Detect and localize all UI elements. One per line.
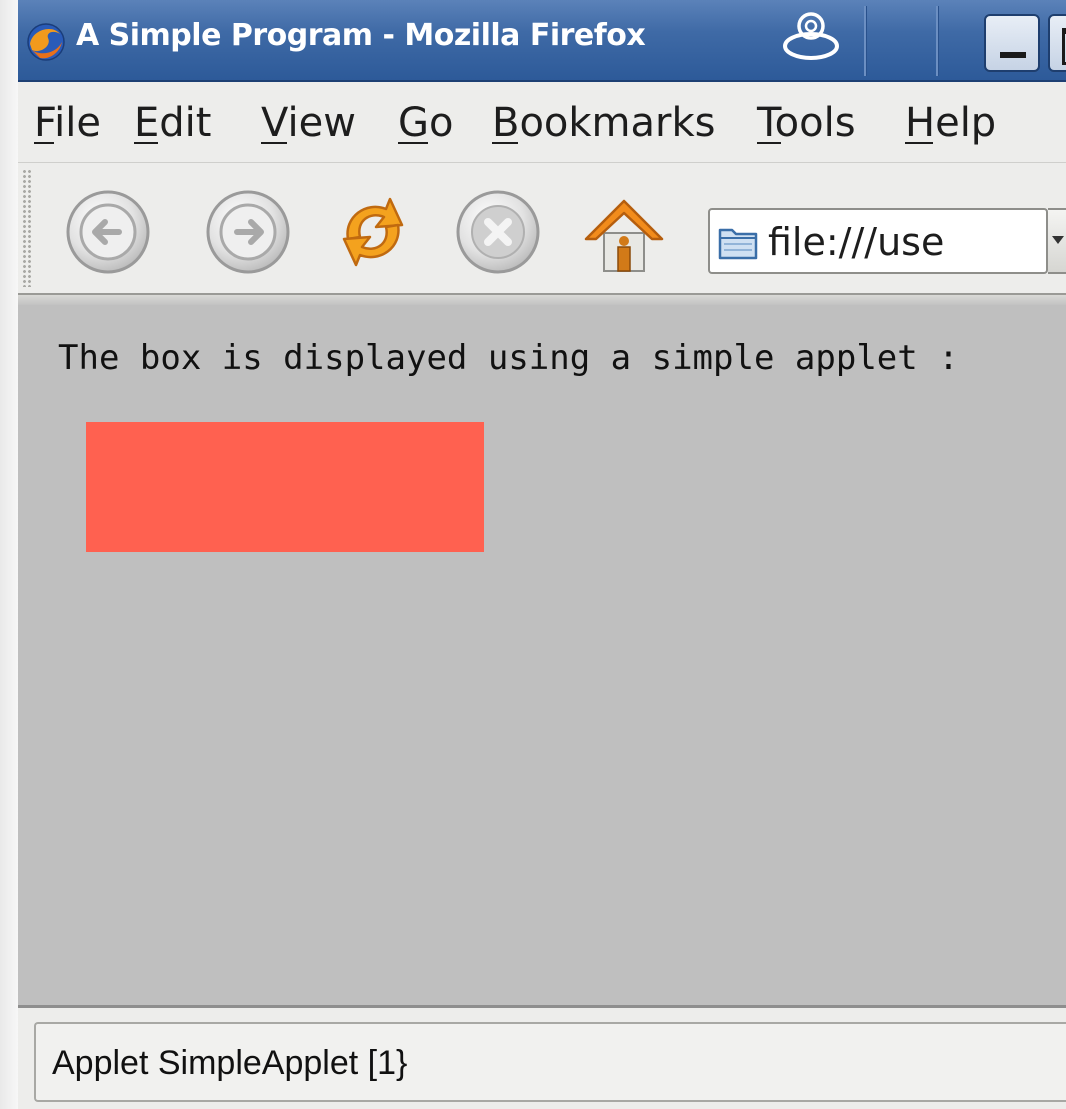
url-history-dropdown[interactable] — [1048, 208, 1066, 274]
menu-tools[interactable]: Tools — [757, 100, 856, 146]
menu-bar: File Edit View Go Bookmarks Tools Help — [18, 82, 1066, 163]
forward-icon[interactable] — [203, 187, 293, 277]
menu-label: Bookmarks — [492, 100, 716, 146]
navigation-toolbar: file:///use — [18, 163, 1066, 293]
folder-icon — [718, 228, 758, 260]
page-content: The box is displayed using a simple appl… — [18, 305, 1066, 1008]
content-separator — [18, 293, 1066, 305]
maximize-button[interactable] — [1048, 14, 1066, 72]
browser-window: A Simple Program - Mozilla Firefox File … — [18, 0, 1066, 1109]
toolbar-grip[interactable] — [22, 169, 32, 287]
firefox-icon — [27, 23, 65, 61]
menu-bookmarks[interactable]: Bookmarks — [492, 100, 715, 146]
menu-label: Go — [398, 100, 454, 146]
reload-icon[interactable] — [328, 187, 418, 277]
menu-help[interactable]: Help — [905, 100, 996, 146]
menu-label: Tools — [757, 100, 856, 146]
access-key-underline — [261, 142, 287, 144]
status-text: Applet SimpleApplet [1} — [52, 1044, 408, 1082]
swirl-icon — [783, 12, 839, 60]
home-icon[interactable] — [578, 187, 668, 277]
menu-label: Help — [905, 100, 997, 146]
menu-label: View — [261, 100, 356, 146]
access-key-underline — [757, 142, 781, 144]
desktop-shadow — [0, 0, 18, 1109]
access-key-underline — [492, 142, 518, 144]
menu-file[interactable]: File — [34, 100, 101, 146]
maximize-icon — [1062, 28, 1066, 65]
minimize-button[interactable] — [984, 14, 1040, 72]
minimize-icon — [1000, 52, 1026, 58]
menu-label: Edit — [134, 100, 212, 146]
title-divider — [864, 6, 867, 76]
menu-edit[interactable]: Edit — [134, 100, 211, 146]
chevron-down-icon — [1052, 236, 1064, 244]
title-bar[interactable]: A Simple Program - Mozilla Firefox — [18, 0, 1066, 82]
applet-box[interactable] — [86, 422, 484, 552]
page-text: The box is displayed using a simple appl… — [58, 338, 959, 378]
url-text: file:///use — [768, 220, 945, 264]
status-panel: Applet SimpleApplet [1} — [34, 1022, 1066, 1102]
access-key-underline — [398, 142, 428, 144]
menu-view[interactable]: View — [261, 100, 356, 146]
access-key-underline — [134, 142, 158, 144]
window-title: A Simple Program - Mozilla Firefox — [76, 18, 646, 53]
back-icon[interactable] — [63, 187, 153, 277]
menu-label: File — [34, 100, 101, 146]
url-bar[interactable]: file:///use — [708, 208, 1048, 274]
access-key-underline — [905, 142, 933, 144]
stop-icon[interactable] — [453, 187, 543, 277]
title-divider — [936, 6, 939, 76]
status-bar: Applet SimpleApplet [1} — [18, 1008, 1066, 1109]
access-key-underline — [34, 142, 54, 144]
menu-go[interactable]: Go — [398, 100, 453, 146]
